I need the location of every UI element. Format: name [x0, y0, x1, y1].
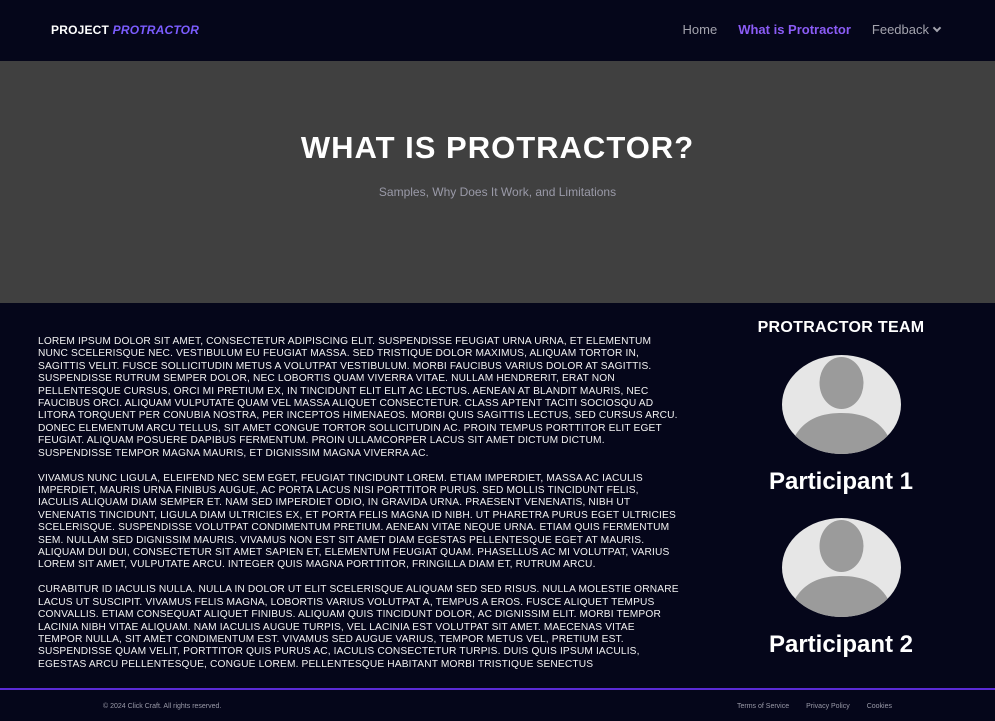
content-paragraph: Lorem ipsum dolor sit amet, consectetur …	[38, 336, 678, 459]
main-content: Lorem ipsum dolor sit amet, consectetur …	[38, 336, 680, 686]
participant-card: Participant 2	[700, 518, 982, 659]
team-sidebar: PROTRACTOR TEAM Participant 1 Participan…	[700, 319, 982, 681]
nav-what-is-protractor-link[interactable]: What is Protractor	[738, 22, 851, 37]
nav-feedback-label: Feedback	[871, 22, 929, 37]
main-nav: Home What is Protractor Feedback	[662, 22, 942, 37]
top-navbar: PROJECT PROTRACTOR Home What is Protract…	[0, 0, 995, 61]
brand-accent: PROTRACTOR	[112, 23, 200, 37]
avatar-placeholder-icon	[781, 518, 901, 617]
hero-banner: WHAT IS PROTRACTOR? Samples, Why Does It…	[0, 61, 995, 303]
participant-card: Participant 1	[700, 355, 982, 496]
privacy-policy-link[interactable]: Privacy Policy	[806, 703, 850, 710]
page-subtitle: Samples, Why Does It Work, and Limitatio…	[378, 185, 617, 199]
content-paragraph: Vivamus nunc ligula, eleifend nec sem eg…	[38, 472, 676, 571]
footer-links: Terms of Service Privacy Policy Cookies	[720, 703, 892, 710]
copyright-text: © 2024 Click Craft. All rights reserved.	[103, 703, 222, 710]
page-title: WHAT IS PROTRACTOR?	[300, 130, 695, 165]
participant-name: Participant 1	[768, 468, 914, 495]
participant-name: Participant 2	[768, 631, 914, 658]
nav-home-link[interactable]: Home	[683, 22, 718, 37]
cookies-link[interactable]: Cookies	[867, 703, 892, 710]
brand-prefix: PROJECT	[51, 23, 110, 37]
page-footer: © 2024 Click Craft. All rights reserved.…	[0, 688, 995, 721]
nav-feedback-dropdown[interactable]: Feedback	[871, 22, 942, 37]
brand-logo[interactable]: PROJECT PROTRACTOR	[51, 23, 199, 37]
team-heading: PROTRACTOR TEAM	[757, 319, 925, 336]
content-paragraph: Curabitur id iaculis nulla. Nulla in dol…	[38, 584, 679, 670]
avatar-placeholder-icon	[781, 355, 901, 454]
chevron-down-icon	[932, 23, 942, 32]
terms-of-service-link[interactable]: Terms of Service	[737, 703, 789, 710]
